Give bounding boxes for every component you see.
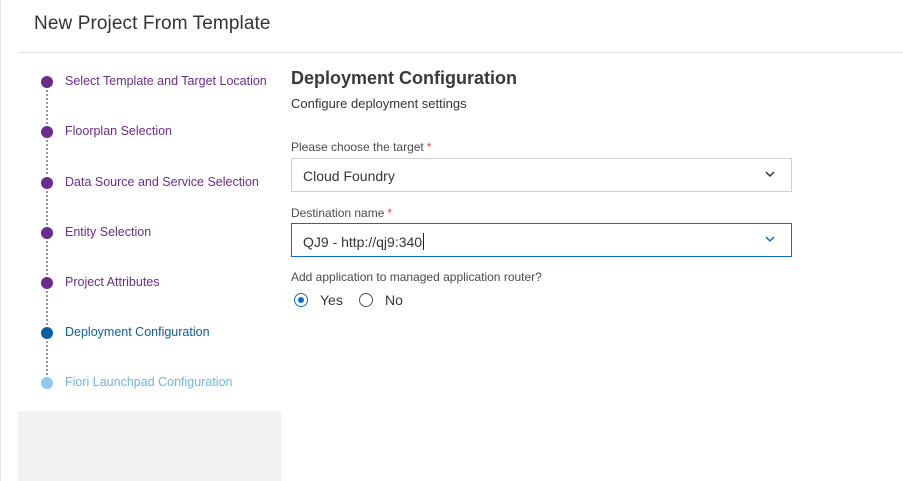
step-indicator-icon <box>41 76 53 88</box>
page-title: New Project From Template <box>34 13 271 34</box>
step-indicator-icon <box>41 327 53 339</box>
text-cursor <box>423 233 425 250</box>
step-indicator-icon <box>41 227 53 239</box>
step-indicator-icon <box>41 177 53 189</box>
step-data-source[interactable]: Data Source and Service Selection <box>18 173 281 193</box>
radio-label: Yes <box>320 292 343 308</box>
step-connector <box>46 241 48 275</box>
form-header: Deployment Configuration Configure deplo… <box>291 68 801 111</box>
chevron-down-icon[interactable] <box>765 234 775 244</box>
step-select-template[interactable]: Select Template and Target Location <box>18 72 281 92</box>
chevron-down-icon[interactable] <box>765 169 775 179</box>
destination-select-value[interactable]: QJ9 - http://qj9:340 <box>303 233 425 250</box>
step-indicator-icon <box>41 126 53 138</box>
step-label: Project Attributes <box>65 275 160 289</box>
step-label: Select Template and Target Location <box>65 74 267 88</box>
dialog-header: New Project From Template <box>18 0 903 53</box>
step-indicator-icon <box>41 377 53 389</box>
radio-label: No <box>385 292 403 308</box>
step-label: Floorplan Selection <box>65 124 173 138</box>
section-title: Deployment Configuration <box>291 68 517 88</box>
required-marker: * <box>426 140 432 154</box>
target-label: Please choose the target * <box>291 140 432 154</box>
step-connector <box>46 191 48 225</box>
step-label: Entity Selection <box>65 225 152 239</box>
router-question: Add application to managed application r… <box>291 270 542 284</box>
step-connector <box>46 291 48 325</box>
step-label: Fiori Launchpad Configuration <box>65 375 233 389</box>
wizard-steps: Select Template and Target Location Floo… <box>18 53 281 411</box>
step-connector <box>46 341 48 375</box>
sidebar-footer-panel <box>18 411 281 481</box>
step-connector <box>46 140 48 174</box>
required-marker: * <box>387 206 393 220</box>
step-fiori-launchpad[interactable]: Fiori Launchpad Configuration <box>18 373 281 393</box>
step-entity-selection[interactable]: Entity Selection <box>18 223 281 243</box>
step-project-attributes[interactable]: Project Attributes <box>18 273 281 293</box>
step-floorplan-selection[interactable]: Floorplan Selection <box>18 122 281 142</box>
radio-unchecked-icon[interactable] <box>359 293 373 307</box>
step-indicator-icon <box>41 277 53 289</box>
step-deployment-configuration[interactable]: Deployment Configuration <box>18 323 281 343</box>
destination-select[interactable]: QJ9 - http://qj9:340 <box>291 223 792 257</box>
window-border <box>0 0 1 481</box>
step-connector <box>46 90 48 124</box>
step-label: Data Source and Service Selection <box>65 175 259 189</box>
destination-label: Destination name * <box>291 206 393 220</box>
radio-checked-icon[interactable] <box>294 293 308 307</box>
step-label: Deployment Configuration <box>65 325 210 339</box>
target-select-value: Cloud Foundry <box>303 168 395 184</box>
section-subtitle: Configure deployment settings <box>291 96 467 111</box>
target-select[interactable]: Cloud Foundry <box>291 158 792 192</box>
